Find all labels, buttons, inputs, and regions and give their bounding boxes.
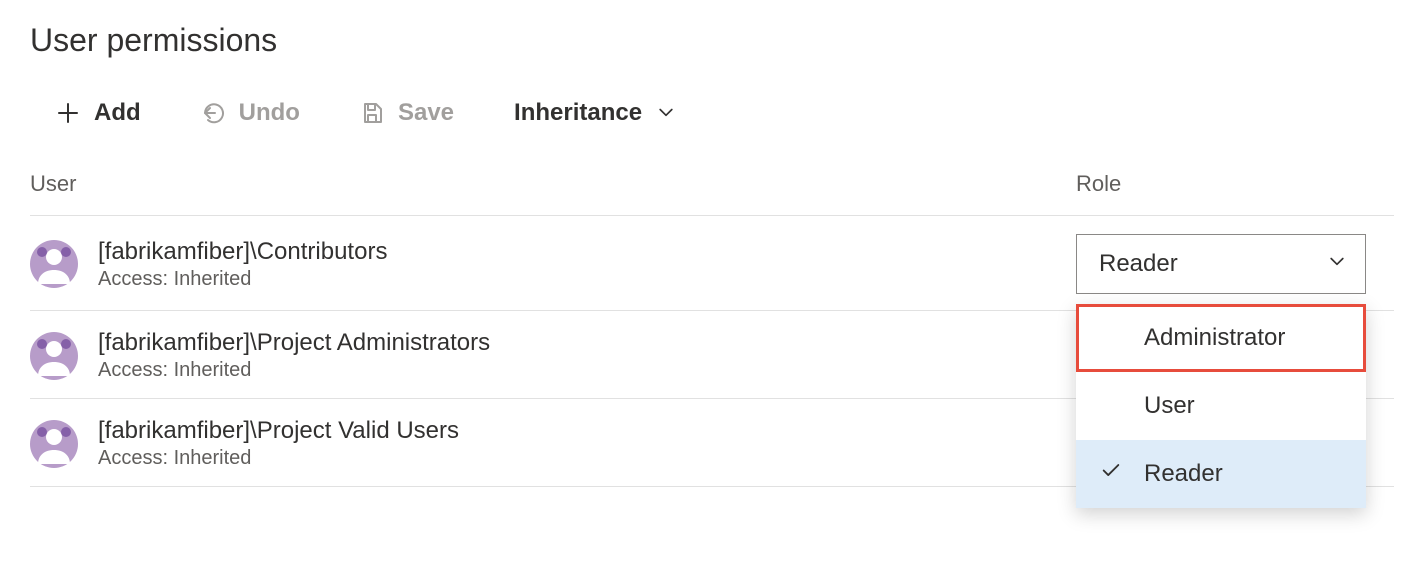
user-access: Access: Inherited xyxy=(98,268,387,291)
role-option-label: User xyxy=(1144,392,1195,420)
user-access: Access: Inherited xyxy=(98,447,459,470)
inheritance-button[interactable]: Inheritance xyxy=(514,99,680,127)
user-access: Access: Inherited xyxy=(98,359,490,382)
table-row: [fabrikamfiber]\Contributors Access: Inh… xyxy=(30,216,1394,311)
chevron-down-icon xyxy=(1327,250,1347,278)
inheritance-label: Inheritance xyxy=(514,99,642,127)
page-title: User permissions xyxy=(30,22,1394,59)
role-option-reader[interactable]: Reader xyxy=(1076,440,1366,508)
undo-label: Undo xyxy=(239,99,300,127)
undo-button[interactable]: Undo xyxy=(201,99,300,127)
save-label: Save xyxy=(398,99,454,127)
plus-icon xyxy=(56,101,80,125)
column-header-role: Role xyxy=(1076,171,1394,197)
role-option-label: Reader xyxy=(1144,460,1223,488)
save-button[interactable]: Save xyxy=(360,99,454,127)
user-name: [fabrikamfiber]\Project Administrators xyxy=(98,329,490,357)
group-avatar-icon xyxy=(30,332,78,380)
user-name: [fabrikamfiber]\Project Valid Users xyxy=(98,417,459,445)
group-avatar-icon xyxy=(30,420,78,468)
column-header-user: User xyxy=(30,171,1076,197)
user-name: [fabrikamfiber]\Contributors xyxy=(98,238,387,266)
role-dropdown: Administrator User Reader xyxy=(1076,304,1366,508)
toolbar: Add Undo Save Inheritance xyxy=(56,99,1394,127)
add-button[interactable]: Add xyxy=(56,99,141,127)
check-icon xyxy=(1100,460,1122,489)
role-option-label: Administrator xyxy=(1144,324,1285,352)
group-avatar-icon xyxy=(30,240,78,288)
role-option-administrator[interactable]: Administrator xyxy=(1076,304,1366,372)
save-icon xyxy=(360,101,384,125)
column-headers: User Role xyxy=(30,171,1394,216)
role-select[interactable]: Reader xyxy=(1076,234,1366,294)
undo-icon xyxy=(201,101,225,125)
role-option-user[interactable]: User xyxy=(1076,372,1366,440)
role-select-value: Reader xyxy=(1099,250,1178,278)
chevron-down-icon xyxy=(656,101,680,125)
add-label: Add xyxy=(94,99,141,127)
